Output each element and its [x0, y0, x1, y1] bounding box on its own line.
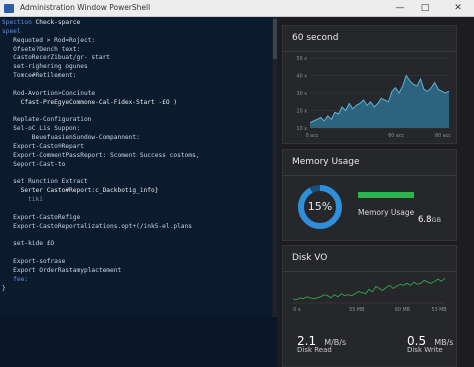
terminal-line: Export-CastoReportalizations.opt+(/ink5-…	[2, 222, 192, 230]
x-tick-label: 53 MB	[431, 307, 446, 313]
area-chart: 50 x 40 x 30 x 20 x 10 x0 acc 60 acc 60 acc	[297, 56, 452, 139]
maximize-button[interactable]: □	[414, 0, 436, 16]
network-panel: 60 second 50 x 40 x 30 x 20 x 10 x0 acc 60 ac…	[282, 25, 457, 144]
y-tick-label: 40 x	[297, 73, 308, 79]
terminal-line: tiki	[2, 196, 43, 203]
close-button[interactable]: ✕	[447, 0, 469, 16]
panel-divider	[283, 175, 456, 176]
terminal-line: Ofsete?Dench text:	[2, 45, 81, 53]
memory-panel: Memory Usage 15% Memory Usage 6.8GB	[282, 149, 457, 241]
terminal-line: Requoted > Rod=Roject:	[2, 36, 96, 44]
disk-write-label: Disk Write	[407, 346, 443, 354]
terminal-scrollbar[interactable]	[273, 17, 277, 317]
terminal-line: BeuefuasienSundow-Compannent:	[2, 134, 140, 142]
window-edge	[457, 17, 474, 367]
memory-bar	[358, 192, 414, 198]
terminal-output[interactable]: Spection Check-sparce speel Requoted > Ro…	[0, 17, 272, 317]
terminal-line: set-kide £O	[2, 240, 55, 248]
terminal-line: CastoRecerZibuat/gr- start	[2, 54, 111, 62]
terminal-footer	[0, 317, 277, 367]
panel-title: Memory Usage	[292, 157, 360, 167]
terminal-line: Export OrderRastamyplactement	[2, 266, 122, 274]
terminal-line: Seport-Cast-to	[2, 160, 66, 168]
panel-title: 60 second	[292, 33, 339, 43]
terminal-line: Spection Check-sparce	[2, 19, 81, 26]
panel-title: Disk VO	[292, 253, 328, 263]
terminal-line: fee:	[2, 275, 29, 283]
disk-panel: Disk VO 0 x 55 MB 60 MB 53 MB 2.1 M/B/s Dis…	[282, 245, 457, 367]
y-tick-label: 30 x	[297, 91, 308, 97]
memory-bar-fill	[358, 192, 414, 198]
terminal-line: set Runction Extract	[2, 178, 88, 186]
x-tick-label: 60 acc	[435, 133, 451, 139]
y-tick-label: 10 x	[297, 126, 308, 132]
x-tick-label: 60 MB	[395, 307, 410, 313]
x-tick-label: 55 MB	[349, 307, 364, 313]
minimize-button[interactable]: —	[389, 0, 411, 16]
series-line	[292, 277, 446, 301]
x-tick-label: 60 acc	[388, 133, 404, 139]
terminal-line: set-righering ogunes	[2, 63, 88, 71]
terminal-line: Export-sofrase	[2, 257, 66, 265]
memory-unit: GB	[431, 216, 442, 224]
disk-chart: 0 x 55 MB 60 MB 53 MB	[292, 277, 447, 313]
terminal-line: Export-Casto®Repart	[2, 142, 84, 150]
y-tick-label: 50 x	[297, 56, 308, 62]
y-tick-label: 20 x	[297, 108, 308, 114]
panel-divider	[283, 271, 456, 272]
terminal-line: speel	[2, 27, 21, 35]
terminal-line: Rod-Avortion>Concinute	[2, 89, 96, 97]
terminal-line: Serter Casto#Report:c_Dackbotig_info}	[2, 187, 159, 195]
terminal-line: Sel-oC Lis Suppon:	[2, 125, 81, 133]
x-tick-label: 0 x	[293, 307, 301, 313]
memory-percent: 15%	[307, 200, 333, 213]
terminal-line: Cfast-PreEgyeCommone-Cal-Fidex-Start -£O…	[2, 98, 178, 106]
scrollbar-thumb[interactable]	[273, 19, 277, 59]
terminal-line: Tomce#Retilement:	[2, 72, 77, 80]
x-tick-label: 0 acc	[306, 133, 319, 139]
window-title: Administration Window PowerShell	[20, 3, 151, 12]
terminal-line: Export-CastoRefige	[2, 213, 81, 221]
powershell-icon	[4, 4, 14, 13]
terminal-line: }	[2, 284, 6, 292]
disk-read-label: Disk Read	[297, 346, 332, 354]
terminal-line: Export-CommentPassReport: Scoment Succes…	[2, 151, 200, 159]
memory-amount: 6.8	[418, 215, 432, 225]
window-titlebar[interactable]: Administration Window PowerShell — □ ✕	[0, 0, 474, 17]
memory-label: Memory Usage	[358, 208, 415, 217]
terminal-line: Replate-Configuration	[2, 116, 92, 124]
memory-value: 6.8GB	[418, 207, 441, 226]
